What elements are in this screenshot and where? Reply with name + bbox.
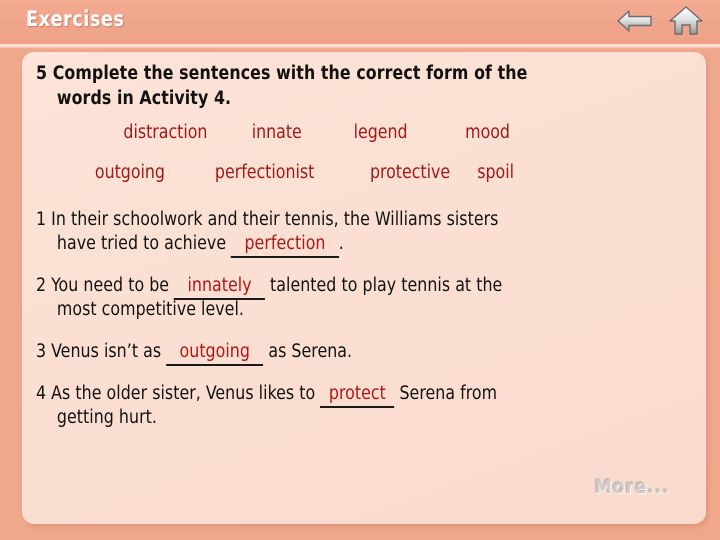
wordbank-word: distraction xyxy=(123,122,208,144)
instruction-line-1: Complete the sentences with the correct … xyxy=(52,63,528,84)
instruction-line-2: words in Activity 4. xyxy=(56,87,232,109)
question-text: You need to be xyxy=(51,275,175,297)
question-number: 4 xyxy=(36,383,47,405)
question-item: 2 You need to be innately talented to pl… xyxy=(36,274,659,322)
question-number: 2 xyxy=(36,275,47,297)
home-icon[interactable] xyxy=(668,4,704,38)
question-continuation: getting hurt. xyxy=(56,407,157,429)
content-panel: 5 Complete the sentences with the correc… xyxy=(22,52,706,524)
wordbank-word: spoil xyxy=(477,161,514,183)
question-item: 4 As the older sister, Venus likes to pr… xyxy=(36,382,659,430)
instruction-text: 5 Complete the sentences with the correc… xyxy=(36,62,659,111)
wordbank-row-2: outgoing perfectionist protective spoil xyxy=(36,161,659,183)
question-continuation: have tried to achieve perfection. xyxy=(36,232,659,259)
question-item: 1 In their schoolwork and their tennis, … xyxy=(36,208,659,259)
wordbank-word: outgoing xyxy=(94,161,165,183)
wordbank-word: mood xyxy=(465,122,510,144)
answer-blank[interactable]: innately xyxy=(174,274,265,301)
answer-blank[interactable]: outgoing xyxy=(166,340,264,367)
more-button[interactable]: More... xyxy=(595,476,670,498)
question-item: 3 Venus isn’t as outgoing as Serena. xyxy=(36,340,659,367)
question-text: In their schoolwork and their tennis, th… xyxy=(51,209,499,231)
question-text-after: Serena from xyxy=(394,383,498,405)
question-text: As the older sister, Venus likes to xyxy=(51,383,321,405)
question-text: Venus isn’t as xyxy=(51,341,167,363)
header-divider xyxy=(0,44,720,49)
question-continuation: most competitive level. xyxy=(56,299,244,321)
wordbank-row-1: distraction innate legend mood xyxy=(36,124,659,143)
back-arrow-icon[interactable] xyxy=(616,5,654,37)
page-title: Exercises xyxy=(26,7,125,31)
question-number: 3 xyxy=(36,341,47,363)
wordbank-word: protective xyxy=(369,161,451,183)
question-text-after: talented to play tennis at the xyxy=(264,275,503,297)
answer-blank[interactable]: protect xyxy=(320,382,395,409)
question-text-after: as Serena. xyxy=(263,341,353,363)
instruction-number: 5 xyxy=(36,63,48,84)
header-bar: Exercises xyxy=(0,0,720,44)
question-text-part: have tried to achieve xyxy=(56,233,232,255)
wordbank-word: innate xyxy=(251,122,302,144)
wordbank-word: perfectionist xyxy=(214,161,315,183)
question-text-end: . xyxy=(338,233,344,255)
question-number: 1 xyxy=(36,209,47,231)
header-nav-icons xyxy=(616,4,704,38)
wordbank-word: legend xyxy=(353,122,408,144)
answer-blank[interactable]: perfection xyxy=(231,232,340,259)
